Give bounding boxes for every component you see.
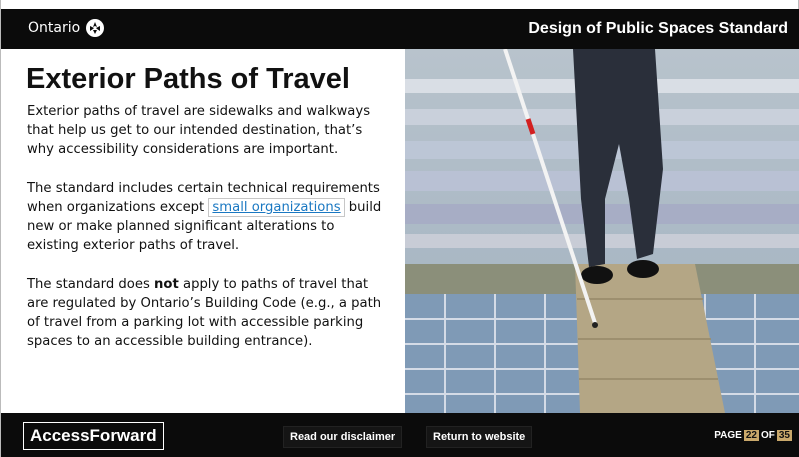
cane-user-photo bbox=[405, 49, 799, 413]
footer-bar: AccessForward Read our disclaimer Return… bbox=[1, 413, 799, 457]
course-title: Design of Public Spaces Standard bbox=[528, 20, 788, 37]
page-of-label: OF bbox=[760, 430, 775, 441]
ontario-logo: Ontario bbox=[28, 19, 105, 37]
accessforward-logo[interactable]: AccessForward bbox=[23, 422, 164, 450]
return-to-website-button[interactable]: Return to website bbox=[426, 426, 533, 448]
content-panel: Exterior Paths of Travel Exterior paths … bbox=[1, 49, 405, 413]
page-indicator: PAGE 22 OF 35 bbox=[714, 430, 792, 441]
paragraph-text: The standard does bbox=[27, 277, 155, 292]
page-total: 35 bbox=[776, 430, 792, 441]
slide: Ontario Design of Public Spaces Standard… bbox=[0, 0, 799, 457]
page-label: PAGE bbox=[714, 430, 742, 441]
brand-text: Ontario bbox=[28, 20, 81, 36]
top-bar: Ontario Design of Public Spaces Standard bbox=[1, 9, 799, 49]
page-current: 22 bbox=[743, 430, 759, 441]
paragraph-definition: Exterior paths of travel are sidewalks a… bbox=[27, 104, 371, 157]
small-organizations-link[interactable]: small organizations bbox=[212, 200, 340, 215]
emphasis-text: not bbox=[154, 277, 179, 292]
disclaimer-button[interactable]: Read our disclaimer bbox=[283, 426, 403, 448]
trillium-icon bbox=[86, 19, 105, 37]
link-highlight[interactable]: small organizations bbox=[208, 198, 345, 217]
page-title: Exterior Paths of Travel bbox=[26, 63, 350, 95]
paragraph-exception: The standard does not apply to paths of … bbox=[27, 275, 387, 351]
paragraph-requirements: The standard includes certain technical … bbox=[27, 179, 387, 255]
